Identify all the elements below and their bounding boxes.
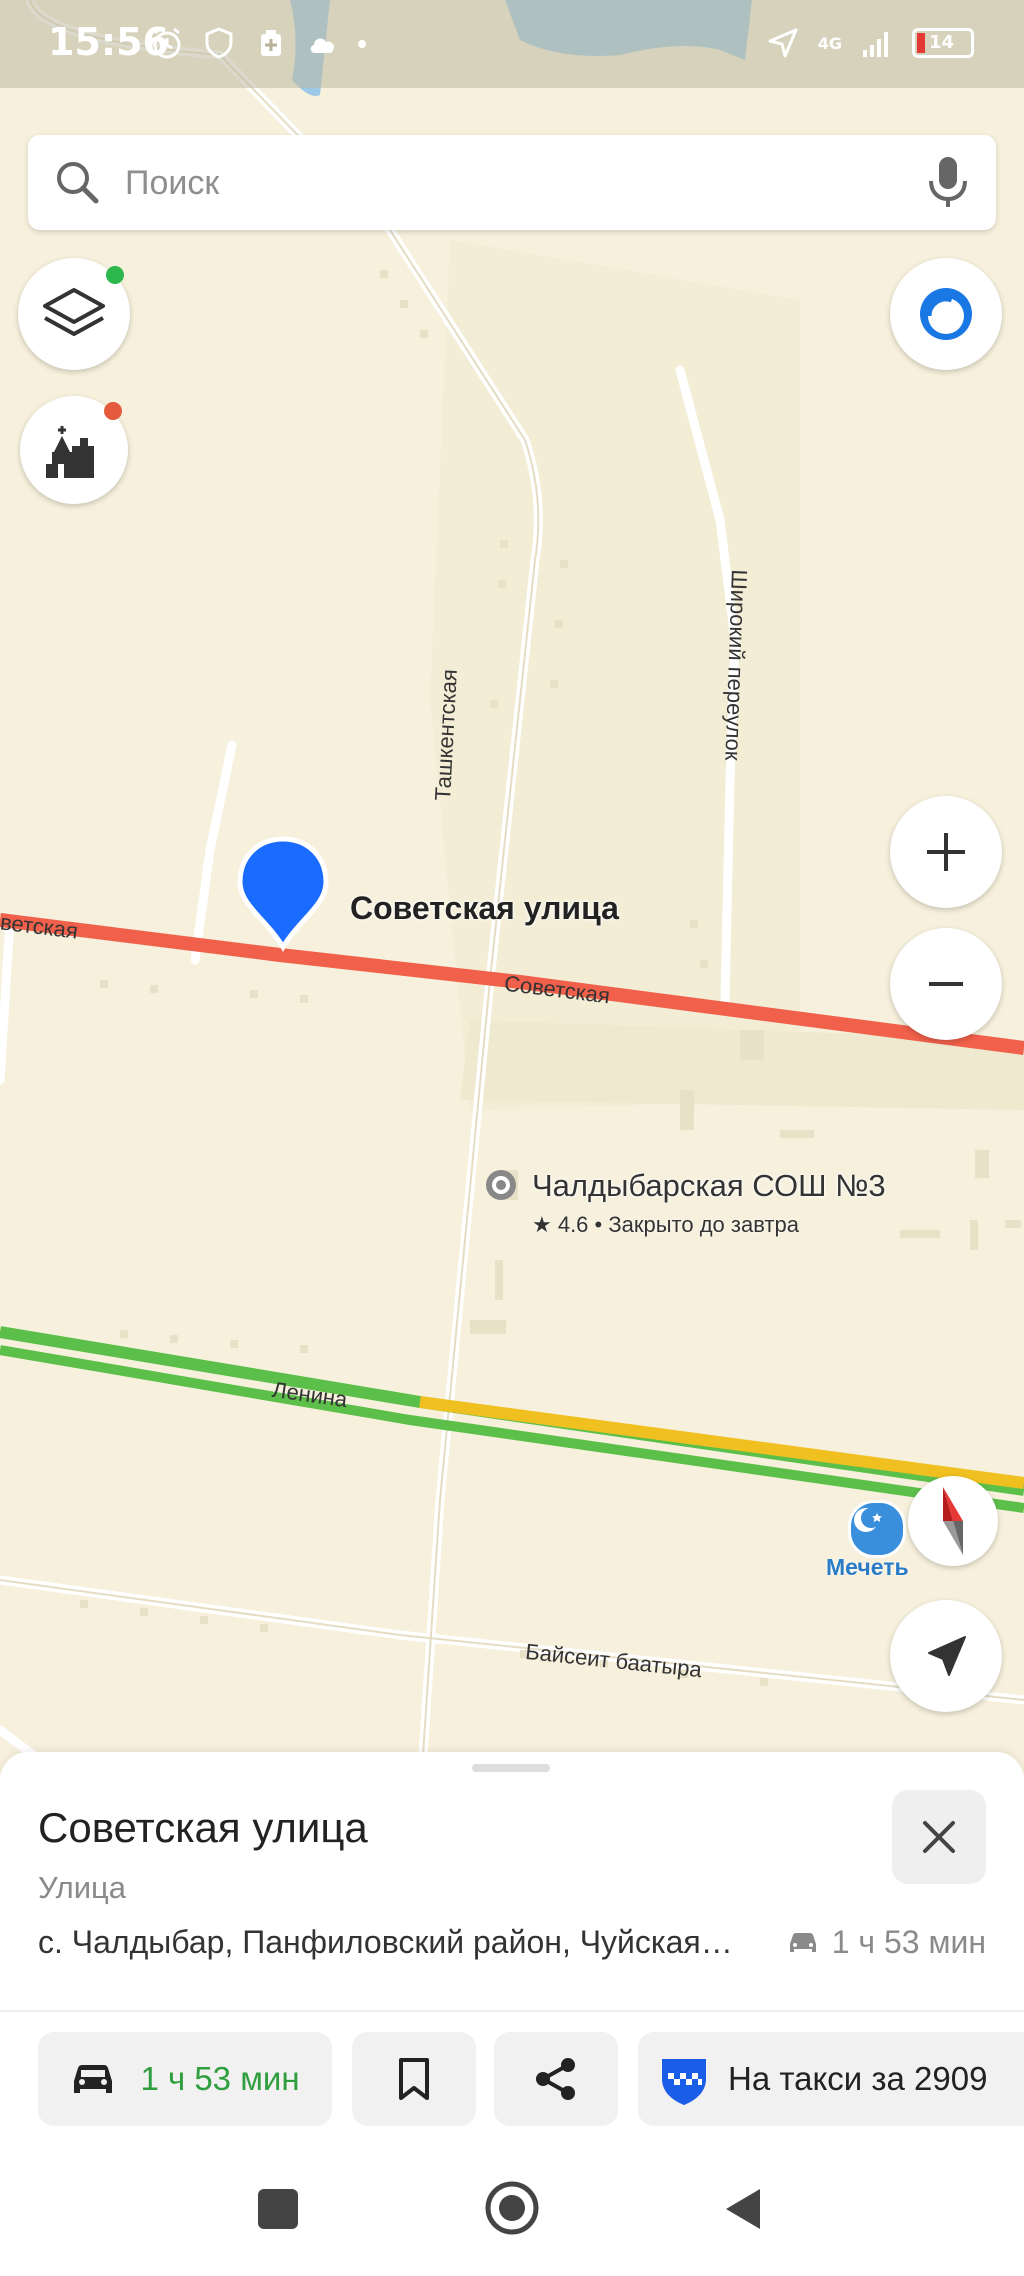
notification-dot	[358, 40, 366, 48]
system-navigation-bar	[0, 2150, 1024, 2276]
landmarks-icon	[46, 426, 94, 478]
zoom-out-icon	[929, 982, 963, 986]
layers-status-dot	[106, 266, 124, 284]
assistant-button[interactable]	[890, 258, 1002, 370]
network-type: 4G	[817, 33, 842, 53]
bookmark-icon	[399, 2058, 429, 2100]
share-icon	[536, 2058, 575, 2100]
medical-icon	[261, 30, 281, 56]
layers-icon	[43, 288, 105, 336]
mosque-label: Мечеть	[826, 1554, 909, 1580]
map-view[interactable]: ветская Советская Ташкентская Широкий пе…	[0, 0, 1024, 1800]
microphone-icon[interactable]	[922, 153, 974, 211]
place-address: с. Чалдыбар, Панфиловский район, Чуйская…	[38, 1924, 738, 1960]
pin-label: Советская улица	[350, 890, 619, 926]
status-bar: 15:56 4G 14	[0, 0, 1024, 88]
location-pin[interactable]	[236, 835, 330, 955]
taxi-label: На такси за 2909	[728, 2060, 988, 2097]
signal-icon	[863, 32, 888, 57]
search-bar[interactable]	[28, 135, 996, 230]
search-input[interactable]	[123, 153, 887, 213]
pin-icon	[237, 836, 329, 952]
sheet-grabber[interactable]	[472, 1764, 550, 1772]
my-location-button[interactable]	[890, 1600, 1002, 1712]
place-category: Улица	[38, 1870, 127, 1905]
place-title: Советская улица	[38, 1804, 368, 1851]
eta-summary: 1 ч 53 мин	[786, 1924, 986, 1961]
battery-level: 14	[929, 32, 955, 53]
share-button[interactable]	[494, 2032, 618, 2126]
landmarks-status-dot	[104, 402, 122, 420]
zoom-out-button[interactable]	[890, 928, 1002, 1040]
route-eta: 1 ч 53 мин	[140, 2060, 300, 2097]
compass-button[interactable]	[908, 1476, 998, 1566]
bookmark-button[interactable]	[352, 2032, 476, 2126]
zoom-in-icon	[927, 833, 965, 871]
compass-icon	[943, 1487, 963, 1555]
taxi-icon	[662, 2059, 706, 2105]
home-icon[interactable]	[484, 2180, 540, 2236]
recents-icon[interactable]	[254, 2185, 302, 2233]
eta-summary-text: 1 ч 53 мин	[831, 1924, 986, 1960]
poi-details: ★ 4.6 • Закрыто до завтра	[532, 1212, 799, 1237]
poi-name[interactable]: Чалдыбарская СОШ №3	[532, 1168, 886, 1204]
school-icon[interactable]	[484, 1168, 518, 1202]
battery-icon: 14	[912, 28, 974, 58]
cloud-icon	[310, 38, 335, 53]
search-icon	[57, 162, 99, 204]
car-icon	[74, 2065, 113, 2093]
car-icon	[789, 1932, 816, 1952]
alice-icon	[920, 288, 972, 340]
mosque-icon[interactable]	[848, 1500, 906, 1558]
alarm-icon	[153, 27, 181, 59]
location-arrow-icon	[768, 28, 798, 58]
taxi-button[interactable]: На такси за 2909	[638, 2032, 1024, 2126]
sheet-divider	[0, 2010, 1024, 2012]
back-icon[interactable]	[720, 2185, 768, 2233]
shield-icon	[205, 27, 233, 59]
my-location-icon	[928, 1636, 966, 1676]
close-icon	[923, 1821, 955, 1853]
route-button[interactable]: 1 ч 53 мин	[38, 2032, 332, 2126]
close-button[interactable]	[892, 1790, 986, 1884]
zoom-in-button[interactable]	[890, 796, 1002, 908]
